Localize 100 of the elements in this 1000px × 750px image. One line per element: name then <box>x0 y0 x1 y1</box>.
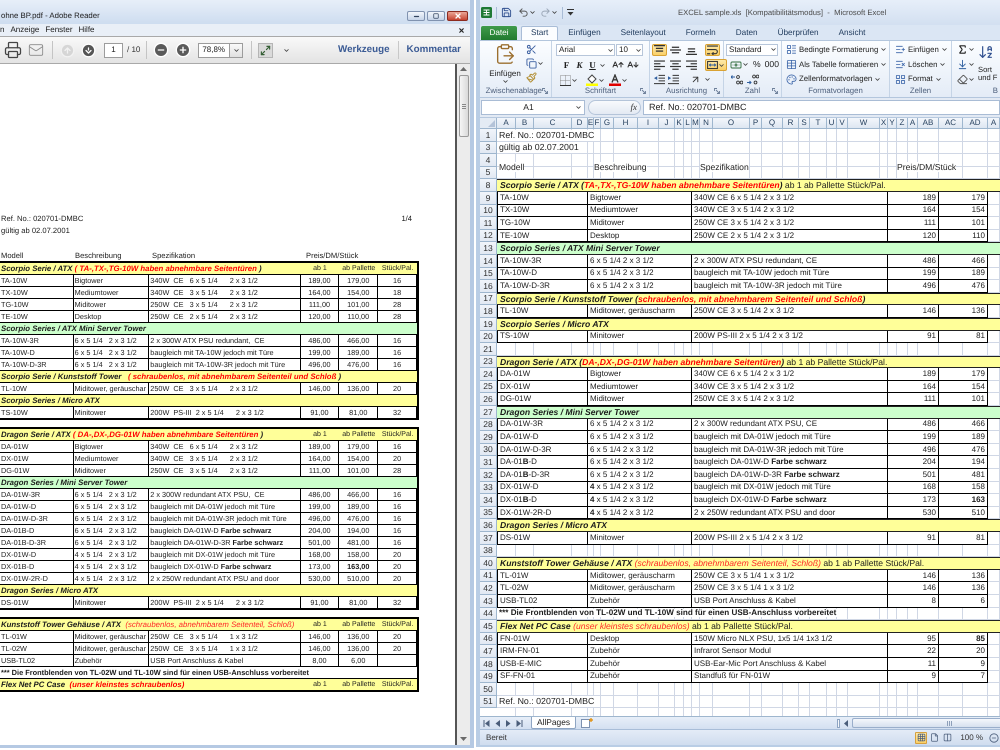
row-number[interactable]: 31 <box>480 456 497 470</box>
scroll-down-arrow-icon[interactable] <box>460 737 467 741</box>
column-header[interactable]: Z <box>897 118 908 129</box>
thousands-separator-button[interactable]: 000 <box>764 60 779 69</box>
column-header[interactable]: V <box>837 118 848 129</box>
row-number[interactable]: 51 <box>480 696 497 708</box>
align-middle-button[interactable] <box>668 44 683 56</box>
row-number[interactable]: 23 <box>480 356 497 368</box>
column-header[interactable]: F <box>594 118 601 129</box>
corner-arrow-icon[interactable] <box>640 88 646 94</box>
row-number[interactable]: 9 <box>480 192 497 205</box>
column-header[interactable]: P <box>750 118 762 129</box>
indent-decrease-icon[interactable] <box>654 74 665 85</box>
font-size-field[interactable]: 10 <box>616 44 643 56</box>
copy-icon[interactable] <box>526 58 537 69</box>
row-number[interactable]: 43 <box>480 594 497 608</box>
row-number[interactable]: 5 <box>480 166 497 180</box>
row-number[interactable]: 46 <box>480 632 497 646</box>
row-number[interactable]: 49 <box>480 670 497 684</box>
caret-icon[interactable] <box>571 76 578 84</box>
row-number[interactable]: 15 <box>480 268 497 280</box>
merge-cells-button[interactable] <box>705 59 727 71</box>
row-number[interactable]: 47 <box>480 645 497 658</box>
column-header[interactable]: H <box>614 118 638 129</box>
row-number[interactable]: 28 <box>480 418 497 432</box>
page-layout-view-button[interactable] <box>928 732 940 744</box>
ribbon-tab[interactable]: Seitenlayout <box>610 26 676 40</box>
caret-icon[interactable] <box>598 76 605 84</box>
column-header[interactable]: N <box>700 118 713 129</box>
printer-icon[interactable] <box>4 41 22 59</box>
row-number[interactable]: 4 <box>480 154 497 167</box>
scroll-thumb[interactable] <box>458 75 468 137</box>
row-number[interactable]: 27 <box>480 406 497 419</box>
caret-icon[interactable] <box>621 76 628 84</box>
number-format-field[interactable]: Standard <box>726 44 778 56</box>
sigma-icon[interactable] <box>957 44 968 56</box>
caret-icon[interactable] <box>537 60 544 67</box>
column-header[interactable]: G <box>601 118 614 129</box>
font-name-field[interactable]: Arial <box>556 44 615 56</box>
ribbon-tab[interactable]: Formeln <box>676 26 726 40</box>
page-number-field[interactable]: 1 <box>104 42 123 58</box>
corner-arrow-icon[interactable] <box>714 88 720 94</box>
row-number[interactable]: 1 <box>480 129 497 142</box>
row-number[interactable]: 35 <box>480 506 497 520</box>
column-header[interactable]: L <box>684 118 692 129</box>
caret-icon[interactable] <box>704 76 711 83</box>
undo-icon[interactable] <box>518 7 529 18</box>
row-number[interactable]: 18 <box>480 305 497 318</box>
corner-arrow-icon[interactable] <box>542 88 548 94</box>
next-sheet-icon[interactable] <box>505 720 512 726</box>
column-header[interactable]: B <box>516 118 534 129</box>
caret-icon[interactable] <box>529 9 536 16</box>
align-center-button[interactable] <box>668 59 683 71</box>
column-header[interactable]: J <box>659 118 675 129</box>
horizontal-scroll-thumb[interactable] <box>852 718 1000 728</box>
vertical-scrollbar[interactable] <box>457 64 470 745</box>
pane-button[interactable]: Werkzeuge <box>338 45 390 55</box>
wrap-text-button[interactable] <box>705 44 720 56</box>
caret-icon[interactable] <box>968 61 975 68</box>
menu-item[interactable]: Hilfe <box>78 26 95 34</box>
row-number[interactable]: 37 <box>480 532 497 545</box>
caret-icon[interactable] <box>283 46 290 54</box>
page-break-view-button[interactable] <box>941 732 954 744</box>
ribbon-tab[interactable]: Daten <box>726 26 768 40</box>
align-top-button[interactable] <box>652 44 667 56</box>
row-number[interactable]: 16 <box>480 280 497 293</box>
column-header[interactable]: M <box>692 118 700 129</box>
sheet-tab[interactable]: AllPages <box>531 717 576 729</box>
row-number[interactable]: 40 <box>480 557 497 570</box>
row-number[interactable]: 19 <box>480 318 497 330</box>
split-handle[interactable] <box>837 718 840 728</box>
row-number[interactable]: 38 <box>480 544 497 558</box>
arrow-down-icon[interactable] <box>81 42 96 58</box>
row-number[interactable]: 17 <box>480 292 497 306</box>
column-header[interactable]: Q <box>762 118 783 129</box>
column-header[interactable]: K <box>675 118 684 129</box>
row-number[interactable]: 3 <box>480 142 497 154</box>
caret-icon[interactable] <box>599 62 606 68</box>
row-number[interactable]: 45 <box>480 620 497 633</box>
row-number[interactable]: 32 <box>480 469 497 482</box>
decrease-decimal-icon[interactable] <box>747 74 759 85</box>
font-color-icon[interactable] <box>609 74 621 86</box>
insert-function-button[interactable]: fx <box>630 103 637 112</box>
row-number[interactable]: 8 <box>480 179 497 192</box>
row-number[interactable]: 36 <box>480 519 497 532</box>
underline-button[interactable]: U <box>586 59 599 71</box>
row-number[interactable]: 21 <box>480 343 497 356</box>
zoom-out-icon[interactable] <box>989 732 999 742</box>
scroll-left-arrow-icon[interactable] <box>844 720 848 726</box>
normal-view-button[interactable] <box>915 732 928 744</box>
column-header[interactable]: X <box>880 118 888 129</box>
paste-button[interactable]: Einfügen <box>486 43 524 85</box>
column-header[interactable]: E <box>588 118 594 129</box>
zoom-menu-button[interactable] <box>230 42 244 58</box>
previous-sheet-icon[interactable] <box>494 720 501 726</box>
row-number[interactable]: 14 <box>480 254 497 268</box>
ribbon-tab[interactable]: Einfügen <box>558 26 611 40</box>
menu-item[interactable]: Anzeige <box>10 26 40 34</box>
column-header[interactable]: R <box>783 118 799 129</box>
row-number[interactable]: 25 <box>480 380 497 394</box>
